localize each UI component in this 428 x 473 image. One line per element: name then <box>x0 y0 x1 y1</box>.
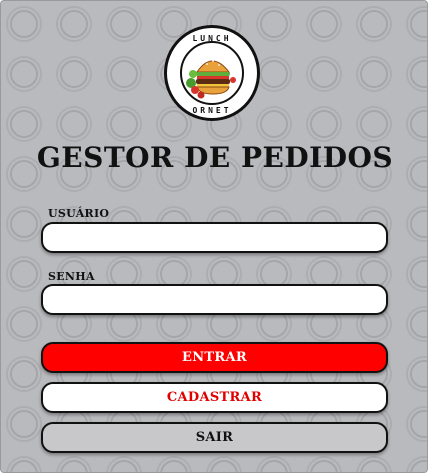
login-window: LUNCH ORNET GESTOR DE PEDIDOS USUÁRIO SE… <box>0 0 428 473</box>
exit-button[interactable]: SAIR <box>41 422 388 453</box>
username-field[interactable] <box>41 222 388 253</box>
svg-text:LUNCH: LUNCH <box>192 34 231 43</box>
login-button-label: ENTRAR <box>182 350 247 365</box>
svg-text:ORNET: ORNET <box>192 106 231 115</box>
username-label: USUÁRIO <box>48 207 110 220</box>
page-title: GESTOR DE PEDIDOS <box>36 141 394 174</box>
lunch-or-net-logo: LUNCH ORNET <box>164 25 260 121</box>
password-field[interactable] <box>41 284 388 315</box>
exit-button-label: SAIR <box>195 430 234 445</box>
register-button-label: CADASTRAR <box>166 390 263 405</box>
burger-logo-icon: LUNCH ORNET <box>180 34 244 115</box>
register-button[interactable]: CADASTRAR <box>41 382 388 413</box>
password-label: SENHA <box>48 270 95 283</box>
login-button[interactable]: ENTRAR <box>41 342 388 373</box>
